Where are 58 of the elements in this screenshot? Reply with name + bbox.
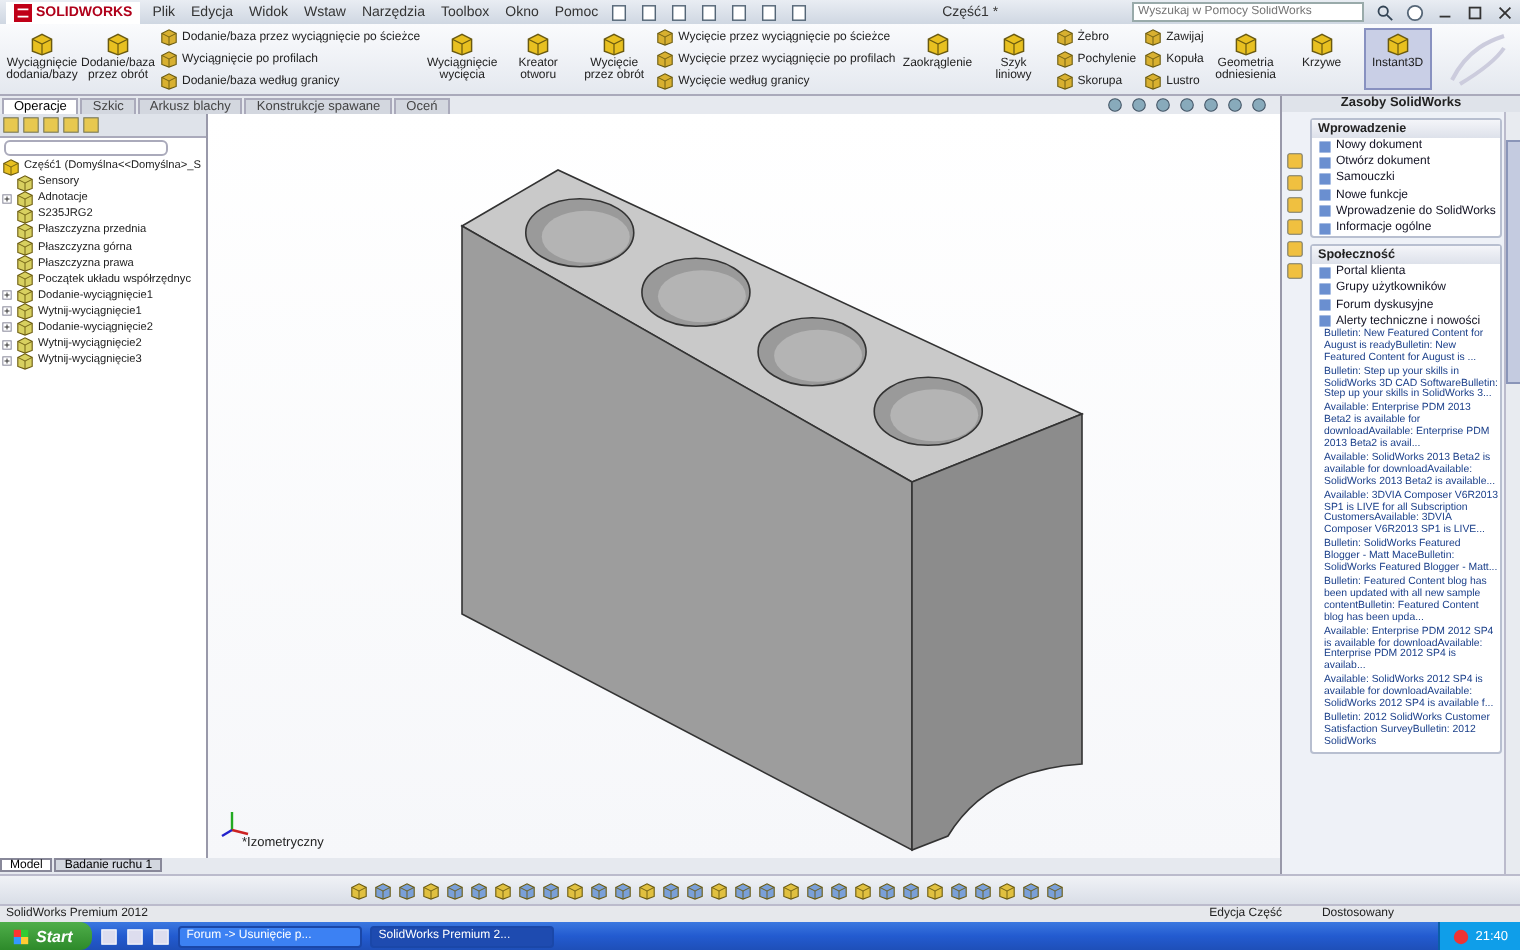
toolbar-cube-icon xyxy=(566,881,584,899)
maximize-icon[interactable] xyxy=(1466,3,1484,21)
feature-icon xyxy=(16,351,34,370)
toolbar-cube-icon xyxy=(710,881,728,899)
feature-icon xyxy=(16,189,34,208)
feature-icon xyxy=(16,335,34,354)
toolbar-cube-icon xyxy=(494,881,512,899)
expand-toggle[interactable] xyxy=(2,193,12,204)
help-icon[interactable] xyxy=(1406,3,1424,21)
feature-icon xyxy=(16,302,34,321)
toolbar-cube-icon xyxy=(734,881,752,899)
toolbar-cube-icon xyxy=(470,881,488,899)
feature-icon xyxy=(16,286,34,305)
toolbar-cube-icon xyxy=(806,881,824,899)
toolbar-cube-icon xyxy=(542,881,560,899)
feature-icon xyxy=(16,173,34,192)
toolbar-cube-icon xyxy=(998,881,1016,899)
toolbar-cube-icon xyxy=(902,881,920,899)
toolbar-cube-icon xyxy=(422,881,440,899)
toolbar-cube-icon xyxy=(950,881,968,899)
expand-toggle[interactable] xyxy=(2,339,12,350)
scrollbar[interactable] xyxy=(1504,112,1520,874)
start-button[interactable]: Start xyxy=(0,922,93,950)
expand-toggle[interactable] xyxy=(2,306,12,317)
feature-icon xyxy=(16,254,34,273)
toolbar-cube-icon xyxy=(350,881,368,899)
toolbar-cube-icon xyxy=(662,881,680,899)
toolbar-cube-icon xyxy=(974,881,992,899)
toolbar-cube-icon xyxy=(638,881,656,899)
toolbar-cube-icon xyxy=(374,881,392,899)
expand-toggle[interactable] xyxy=(2,290,12,301)
search-icon[interactable] xyxy=(1376,3,1394,21)
feature-icon xyxy=(16,318,34,337)
toolbar-cube-icon xyxy=(1022,881,1040,899)
feature-icon xyxy=(16,238,34,257)
toolbar-cube-icon xyxy=(878,881,896,899)
toolbar-cube-icon xyxy=(830,881,848,899)
close-icon[interactable] xyxy=(1496,3,1514,21)
toolbar-cube-icon xyxy=(446,881,464,899)
toolbar-cube-icon xyxy=(518,881,536,899)
toolbar-cube-icon xyxy=(926,881,944,899)
toolbar-cube-icon xyxy=(614,881,632,899)
axis-triad-icon xyxy=(220,806,252,838)
filter-field[interactable] xyxy=(4,140,168,156)
windows-flag-icon xyxy=(12,927,30,945)
feature-icon xyxy=(16,270,34,289)
expand-toggle[interactable] xyxy=(2,355,12,366)
toolbar-cube-icon xyxy=(398,881,416,899)
toolbar-cube-icon xyxy=(686,881,704,899)
expand-toggle[interactable] xyxy=(2,322,12,333)
toolbar-cube-icon xyxy=(854,881,872,899)
toolbar-cube-icon xyxy=(590,881,608,899)
toolbar-cube-icon xyxy=(758,881,776,899)
toolbar-cube-icon xyxy=(1046,881,1064,899)
part-icon xyxy=(2,157,20,176)
feature-icon xyxy=(16,221,34,240)
feature-icon xyxy=(16,205,34,224)
toolbar-cube-icon xyxy=(782,881,800,899)
